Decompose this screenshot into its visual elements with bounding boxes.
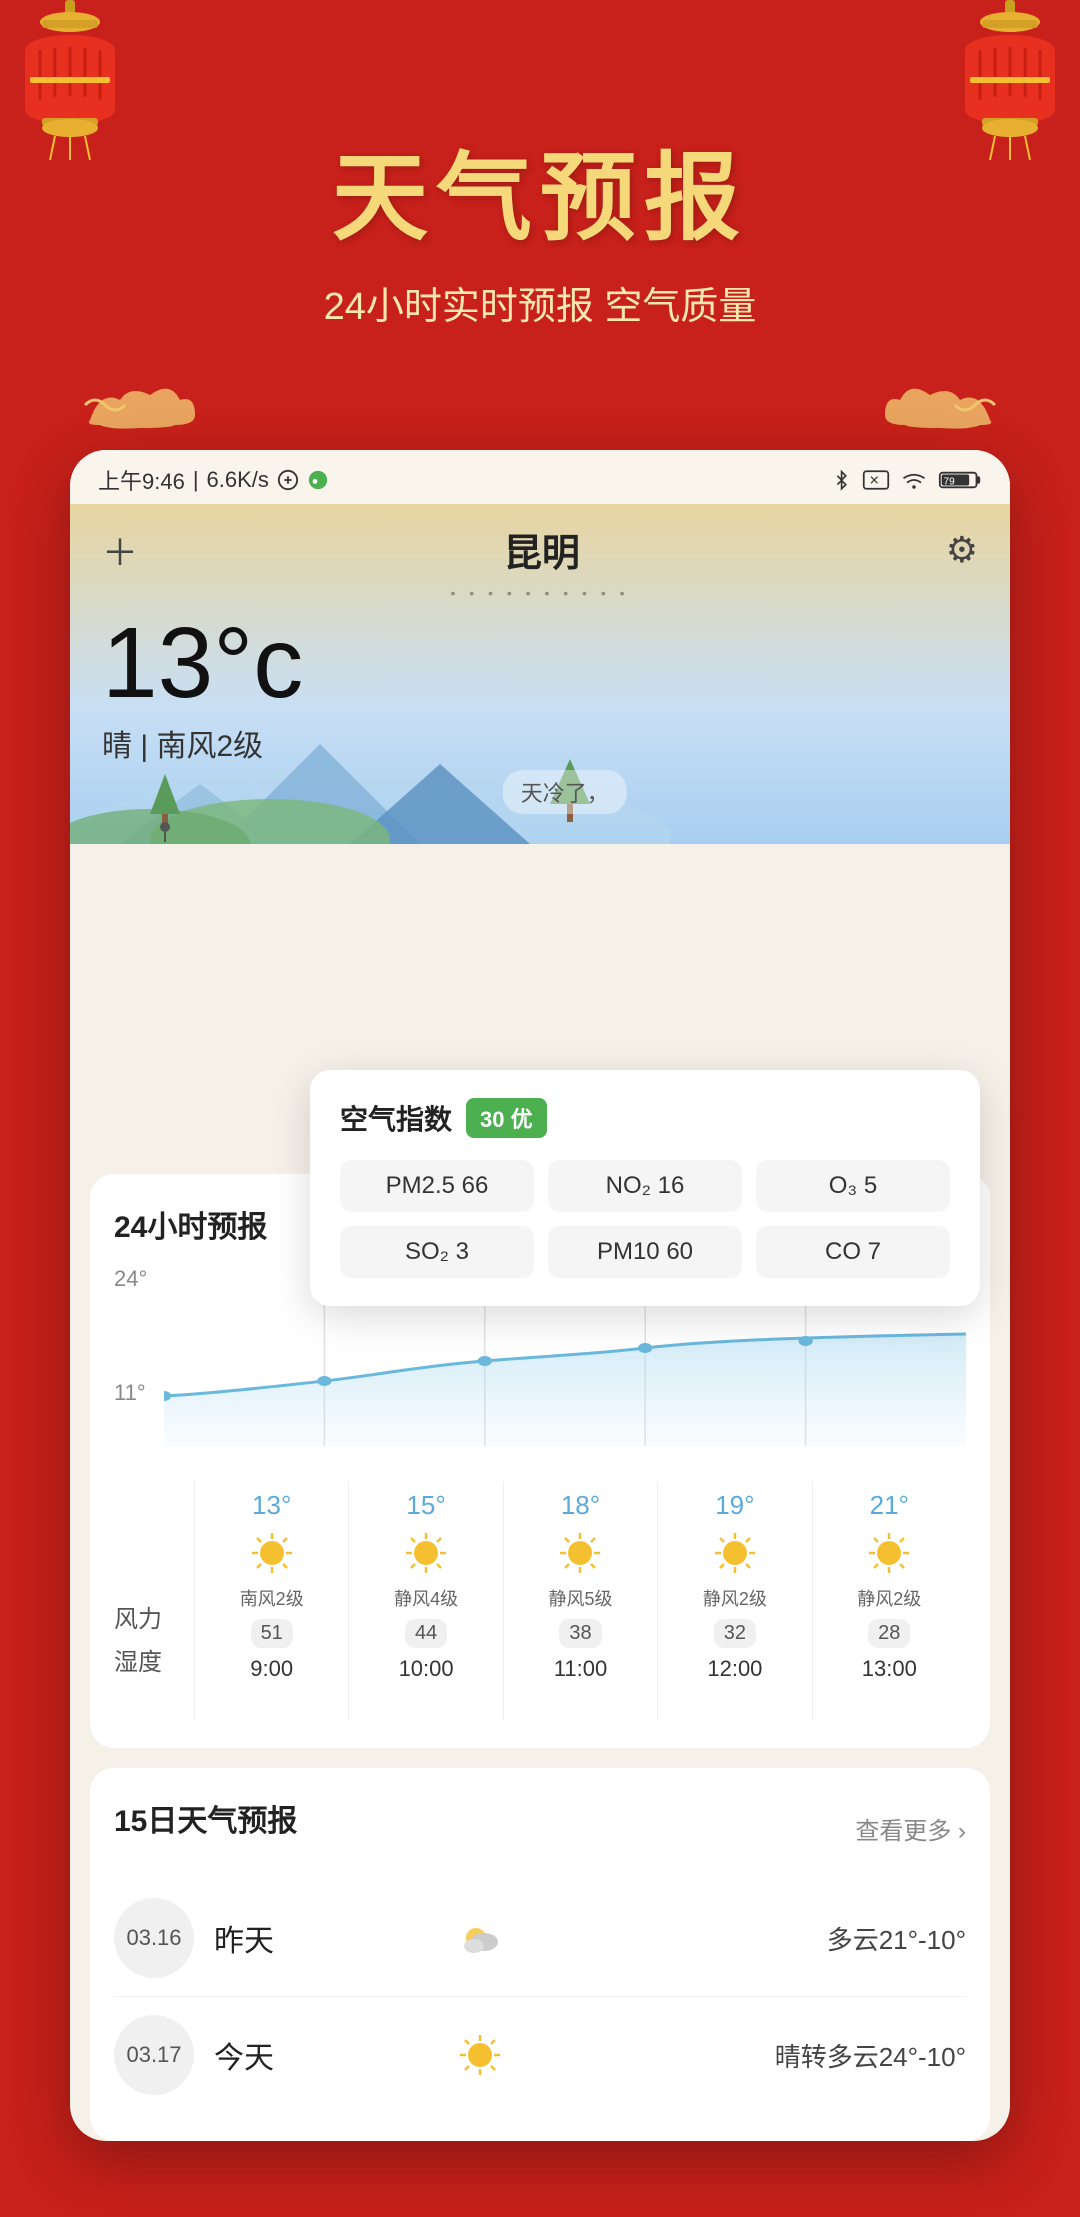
signal-icon xyxy=(277,469,299,491)
air-quality-label: 空气指数 xyxy=(340,1098,452,1138)
page-dots: • • • • • • • • • • xyxy=(102,585,978,601)
hero-section: 天气预报 24小时实时预报 空气质量 xyxy=(0,0,1080,360)
temp-1: 15° xyxy=(406,1490,445,1521)
chart-top-label: 24° xyxy=(114,1266,147,1292)
mountain-scene xyxy=(70,684,670,844)
hour-col-1: 15° 静风4级 44 10:00 xyxy=(348,1482,502,1720)
forecast-desc-1: 晴转多云24°-10° xyxy=(526,2037,966,2074)
time-0: 9:00 xyxy=(250,1656,293,1682)
status-speed: 6.6K/s xyxy=(207,467,269,493)
sun-icon-2 xyxy=(556,1529,604,1577)
add-city-button[interactable]: ＋ xyxy=(102,524,138,576)
cloud-decoration xyxy=(0,360,1080,450)
forecast15-more-link[interactable]: 查看更多 › xyxy=(855,1811,966,1846)
forecast15-header: 15日天气预报 查看更多 › xyxy=(114,1796,966,1860)
forecast-desc-0: 多云21°-10° xyxy=(526,1920,966,1957)
wind-label: 风力 xyxy=(114,1598,194,1641)
time-1: 10:00 xyxy=(399,1656,454,1682)
air-quality-badge: 30 优 xyxy=(466,1098,547,1138)
humidity-label: 湿度 xyxy=(114,1641,194,1684)
weather-nav: ＋ 昆明 ⚙ xyxy=(102,522,978,577)
wind-1: 静风4级 xyxy=(394,1585,458,1611)
air-quality-popup: 空气指数 30 优 PM2.5 66 NO₂ 16 O₃ 5 SO₂ 3 PM1… xyxy=(310,1070,980,1306)
forecast-day-0: 昨天 xyxy=(214,1916,434,1960)
chart-bottom-label: 11° xyxy=(114,1380,146,1406)
hourly-forecast-grid: 风力 湿度 13° xyxy=(114,1482,966,1720)
air-pm10: PM10 60 xyxy=(548,1226,742,1278)
sun-icon-1 xyxy=(402,1529,450,1577)
time-4: 13:00 xyxy=(862,1656,917,1682)
hour-col-0: 13° 南风2级 51 9:00 xyxy=(194,1482,348,1720)
weather-tip: 天冷了， xyxy=(503,770,627,814)
temp-3: 19° xyxy=(715,1490,754,1521)
forecast-icon-0 xyxy=(454,1912,506,1964)
air-so2: SO₂ 3 xyxy=(340,1226,534,1278)
status-right: ✕ 79 xyxy=(832,469,982,491)
air-quality-header: 空气指数 30 优 xyxy=(340,1098,950,1138)
app-title: 天气预报 xyxy=(0,120,1080,259)
app-subtitle: 24小时实时预报 空气质量 xyxy=(0,275,1080,330)
hour-col-4: 21° 静风2级 28 13:00 xyxy=(812,1482,966,1720)
humidity-0: 51 xyxy=(251,1619,293,1648)
battery-icon: 79 xyxy=(938,469,982,491)
forecast-icon-1 xyxy=(454,2029,506,2081)
wind-2: 静风5级 xyxy=(548,1585,612,1611)
signal-x-icon: ✕ xyxy=(862,469,890,491)
forecast15-title: 15日天气预报 xyxy=(114,1796,297,1840)
svg-text:✕: ✕ xyxy=(869,473,879,487)
app-mockup-card: 上午9:46 | 6.6K/s ● ✕ 79 ＋ 昆明 ⚙ xyxy=(70,450,1010,2141)
sun-icon-0 xyxy=(248,1529,296,1577)
forecast-row-1: 03.17 今天 晴转多云24°-10° xyxy=(114,1997,966,2113)
forecast-day-1: 今天 xyxy=(214,2033,434,2077)
time-2: 11:00 xyxy=(554,1656,607,1682)
status-left: 上午9:46 | 6.6K/s ● xyxy=(98,464,329,496)
air-o3: O₃ 5 xyxy=(756,1160,950,1212)
sun-icon-4 xyxy=(865,1529,913,1577)
wind-3: 静风2级 xyxy=(703,1585,767,1611)
status-network: | xyxy=(193,467,199,493)
settings-button[interactable]: ⚙ xyxy=(946,529,978,571)
bluetooth-icon xyxy=(832,469,852,491)
temp-4: 21° xyxy=(870,1490,909,1521)
humidity-3: 32 xyxy=(714,1619,756,1648)
wind-4: 静风2级 xyxy=(857,1585,921,1611)
weather-header: ＋ 昆明 ⚙ • • • • • • • • • • 13°c 晴 | 南风2级 xyxy=(70,504,1010,844)
wind-0: 南风2级 xyxy=(240,1585,304,1611)
hour-col-3: 19° 静风2级 32 12:00 xyxy=(657,1482,811,1720)
forecast15-section: 15日天气预报 查看更多 › 03.16 昨天 多云21°-10° 03.17 … xyxy=(90,1768,990,2141)
air-no2: NO₂ 16 xyxy=(548,1160,742,1212)
forecast-date-0: 03.16 xyxy=(114,1898,194,1978)
temp-0: 13° xyxy=(252,1490,291,1521)
location-icon: ● xyxy=(307,469,329,491)
forecast-date-1: 03.17 xyxy=(114,2015,194,2095)
wifi-icon xyxy=(900,469,928,491)
status-bar: 上午9:46 | 6.6K/s ● ✕ 79 xyxy=(70,450,1010,504)
forecast-row-0: 03.16 昨天 多云21°-10° xyxy=(114,1880,966,1997)
time-3: 12:00 xyxy=(707,1656,762,1682)
temp-2: 18° xyxy=(561,1490,600,1521)
humidity-1: 44 xyxy=(405,1619,447,1648)
hour-col-2: 18° 静风5级 38 11:00 xyxy=(503,1482,657,1720)
humidity-2: 38 xyxy=(559,1619,601,1648)
air-quality-grid: PM2.5 66 NO₂ 16 O₃ 5 SO₂ 3 PM10 60 CO 7 xyxy=(340,1160,950,1278)
humidity-4: 28 xyxy=(868,1619,910,1648)
sun-icon-3 xyxy=(711,1529,759,1577)
status-time: 上午9:46 xyxy=(98,464,185,496)
hourly-label-col: 风力 湿度 xyxy=(114,1482,194,1720)
city-name: 昆明 xyxy=(138,522,946,577)
svg-text:●: ● xyxy=(312,476,319,488)
air-pm25: PM2.5 66 xyxy=(340,1160,534,1212)
air-co: CO 7 xyxy=(756,1226,950,1278)
svg-text:79: 79 xyxy=(944,477,956,488)
